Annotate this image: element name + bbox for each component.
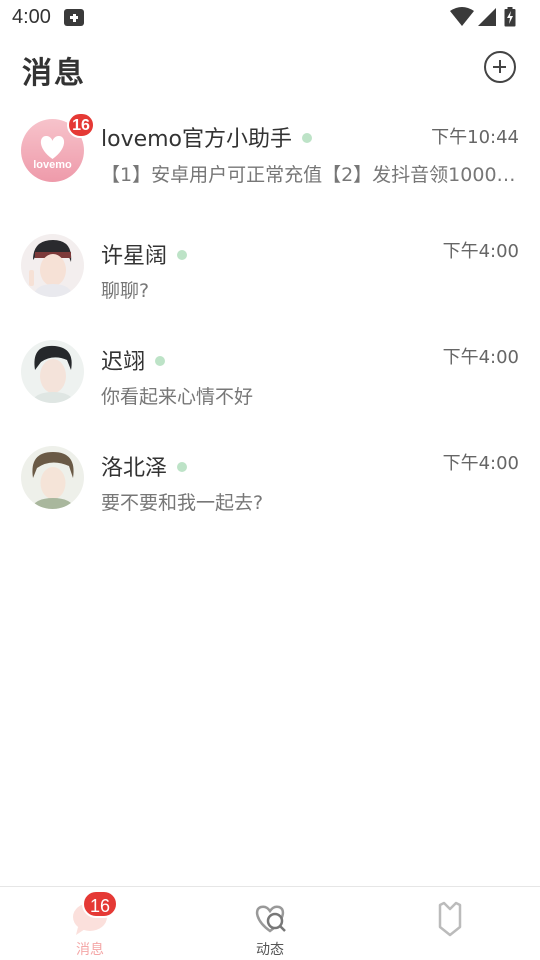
conversation-list: lovemo 16 lovemo官方小助手 下午10:44 【1】安卓用户可正常…	[0, 104, 540, 536]
conversation-name-text: 迟翊	[101, 350, 146, 375]
conversation-preview: 聊聊?	[101, 280, 150, 302]
conversation-item[interactable]: 许星阔 下午4:00 聊聊?	[0, 218, 540, 324]
conversation-item[interactable]: 迟翊 下午4:00 你看起来心情不好	[0, 324, 540, 430]
battery-charging-icon	[504, 7, 516, 27]
status-time: 4:00	[12, 6, 51, 28]
conversation-name: 许星阔	[101, 238, 188, 270]
conversation-time: 下午4:00	[442, 453, 519, 474]
conversation-item[interactable]: 洛北泽 下午4:00 要不要和我一起去?	[0, 430, 540, 536]
bottom-nav: 16 消息 动态	[0, 886, 540, 960]
conversation-time: 下午10:44	[431, 127, 519, 148]
conversation-name: lovemo官方小助手	[101, 121, 313, 153]
tab-profile[interactable]	[360, 887, 540, 960]
conversation-name-text: lovemo官方小助手	[101, 127, 293, 152]
nav-unread-badge: 16	[82, 890, 118, 918]
online-status-dot	[302, 133, 313, 143]
unread-badge: 16	[67, 112, 95, 138]
conversation-time: 下午4:00	[442, 241, 519, 262]
conversation-preview: 要不要和我一起去?	[101, 492, 264, 514]
add-button[interactable]	[484, 51, 516, 83]
cellular-signal-icon	[478, 8, 496, 26]
avatar-logo-text: lovemo	[33, 159, 72, 171]
tab-messages[interactable]: 16 消息	[0, 887, 180, 960]
moments-icon	[255, 905, 286, 933]
conversation-preview: 【1】安卓用户可正常充值【2】发抖音领10000金币	[101, 164, 519, 186]
nav-label: 消息	[76, 942, 104, 958]
avatar	[21, 340, 84, 403]
conversation-time: 下午4:00	[442, 347, 519, 368]
wifi-icon	[450, 7, 474, 26]
nav-label: 动态	[256, 942, 284, 958]
online-status-dot	[177, 250, 188, 260]
avatar	[21, 446, 84, 509]
notification-plus-icon	[64, 9, 84, 26]
conversation-preview: 你看起来心情不好	[101, 386, 254, 408]
conversation-name: 洛北泽	[101, 450, 188, 482]
conversation-name-text: 许星阔	[101, 244, 168, 269]
tab-moments[interactable]: 动态	[180, 887, 360, 960]
status-bar: 4:00	[0, 0, 540, 36]
online-status-dot	[177, 462, 188, 472]
page-title: 消息	[22, 56, 86, 91]
conversation-item[interactable]: lovemo 16 lovemo官方小助手 下午10:44 【1】安卓用户可正常…	[0, 104, 540, 218]
conversation-name: 迟翊	[101, 344, 166, 376]
conversation-name-text: 洛北泽	[101, 456, 168, 481]
heart-profile-icon	[438, 901, 462, 937]
online-status-dot	[155, 356, 166, 366]
avatar	[21, 234, 84, 297]
